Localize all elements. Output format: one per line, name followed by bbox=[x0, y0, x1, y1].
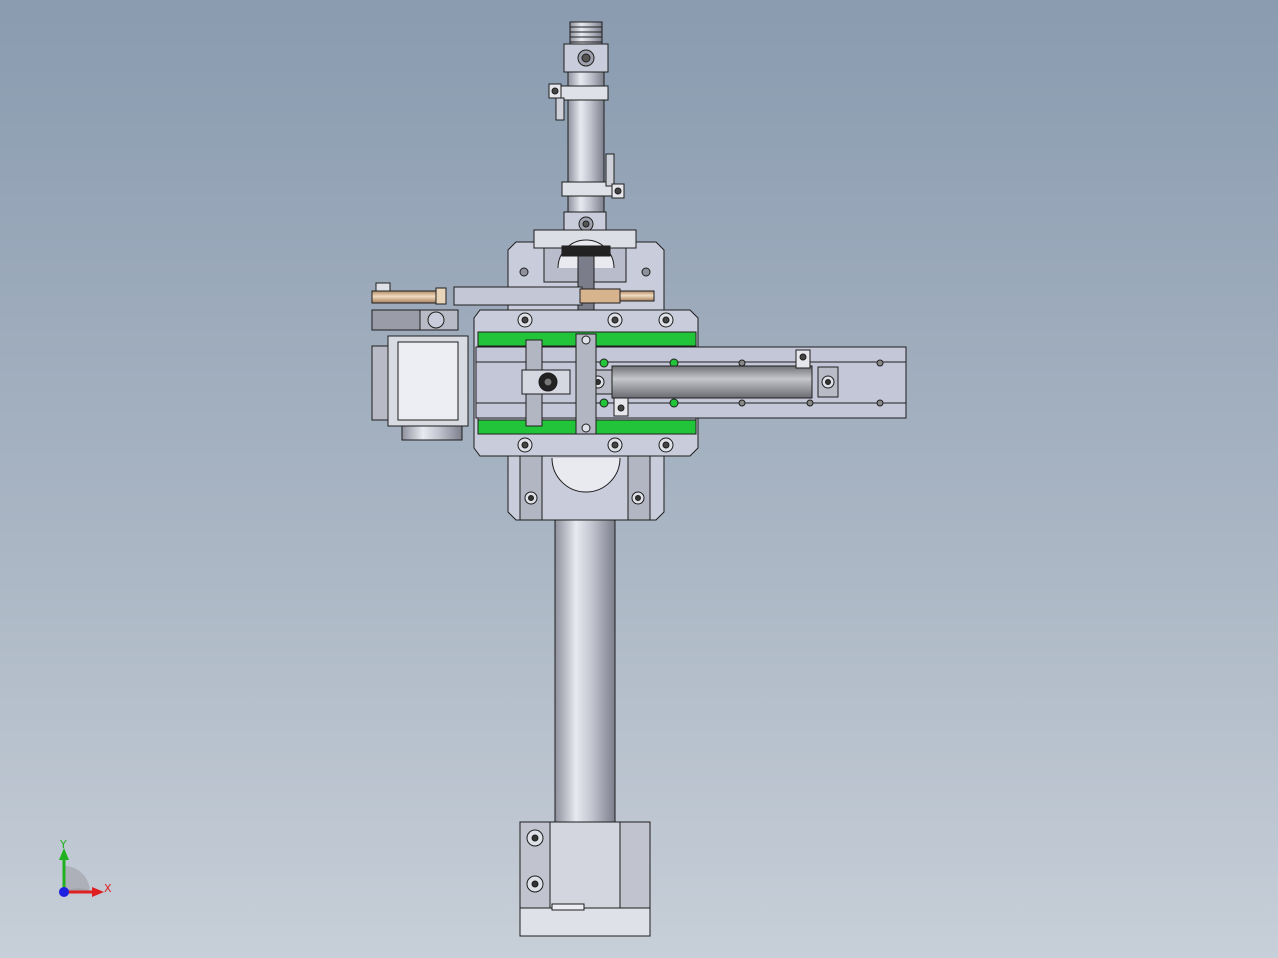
triad-x-label: X bbox=[104, 882, 112, 895]
triad-y-label: Y bbox=[60, 838, 67, 851]
top-fitting bbox=[563, 21, 609, 73]
axis-triad bbox=[59, 848, 104, 897]
z-axis-dot bbox=[59, 887, 69, 897]
lower-mount-plate bbox=[507, 455, 665, 521]
main-column bbox=[554, 519, 616, 825]
side-motor-block bbox=[371, 335, 469, 441]
base-bracket bbox=[519, 821, 651, 937]
cad-viewport[interactable]: Y X bbox=[0, 0, 1278, 958]
assembly-model[interactable] bbox=[0, 0, 1278, 958]
upper-cylinder bbox=[548, 71, 625, 237]
